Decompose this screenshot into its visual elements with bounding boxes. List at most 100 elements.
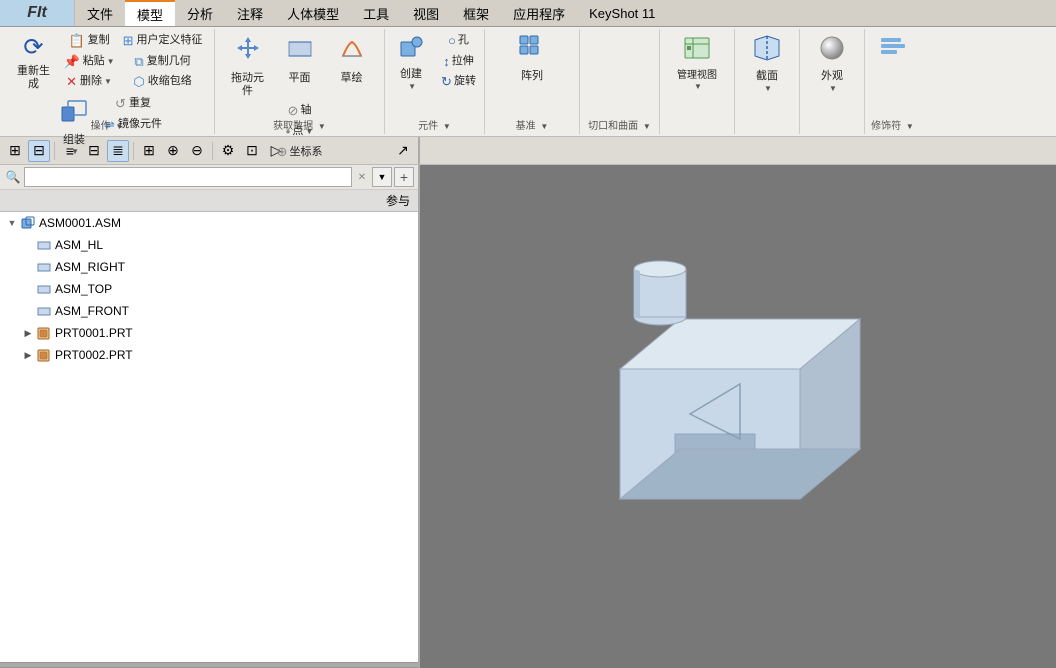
shrink-wrap-icon: ⬡ [133, 74, 144, 90]
tree-item-asm-hl[interactable]: ▶ ASM_HL [0, 234, 418, 256]
viewport-svg [420, 165, 1056, 668]
outer-button[interactable]: 外观 ▼ [805, 31, 860, 96]
plane-button[interactable]: 平面 [274, 31, 326, 88]
toolbar-group-outer: 外观 ▼ [800, 29, 865, 134]
tree-expand-prt0002[interactable]: ▶ [20, 347, 36, 363]
panel-icon-export[interactable]: ↗ [392, 140, 414, 162]
menu-item-analysis[interactable]: 分析 [175, 0, 225, 26]
toolbar-group-getdata-label: 获取数据 ▼ [273, 117, 326, 132]
menu-item-frame[interactable]: 框架 [451, 0, 501, 26]
group-icon [60, 97, 88, 131]
tree-item-asm-right[interactable]: ▶ ASM_RIGHT [0, 256, 418, 278]
tree-item-prt0001[interactable]: ▶ PRT0001.PRT [0, 322, 418, 344]
outer-dropdown: ▼ [829, 84, 837, 94]
copy-geo-button[interactable]: ⧉ 复制几何 [119, 52, 207, 72]
move-button[interactable]: 拖动元件 [222, 31, 274, 101]
delete-icon: ✕ [66, 74, 77, 90]
tree-expand-asm0001[interactable]: ▼ [4, 215, 20, 231]
tree-label-asm0001: ASM0001.ASM [39, 216, 121, 230]
toolbar-group-base-label: 基准 ▼ [516, 117, 549, 132]
tree-icon-asm-right [36, 259, 52, 275]
create-icon [398, 34, 424, 66]
more-icon [879, 34, 907, 68]
toolbar-small-col2: ⊞ 用户定义特征 ⧉ 复制几何 ⬡ 收缩包络 [119, 31, 207, 92]
tree-label-asm-front: ASM_FRONT [55, 304, 129, 318]
toolbar-group-base: 阵列 基准 ▼ [485, 29, 580, 134]
toolbar-group-cutsurf-label: 切口和曲面 ▼ [588, 117, 651, 132]
tree-item-asm-top[interactable]: ▶ ASM_TOP [0, 278, 418, 300]
left-panel: 🔍 ✕ ▼ + 参与 ▼ ASM0001.ASM ▶ [0, 165, 420, 668]
menu-item-model[interactable]: 模型 [125, 0, 175, 26]
mgmt-view-button[interactable]: 管理视图 ▼ [667, 31, 727, 95]
menu-item-view[interactable]: 视图 [401, 0, 451, 26]
toolbar-group-element-label: 元件 ▼ [418, 117, 451, 132]
tree-label-asm-right: ASM_RIGHT [55, 260, 125, 274]
stretch-icon: ↕ [443, 54, 450, 70]
menu-item-tools[interactable]: 工具 [351, 0, 401, 26]
toolbar-group-cutsurf: 切口和曲面 ▼ [580, 29, 660, 134]
coords-icon: ⊕ [277, 144, 288, 160]
mgmt-view-dropdown: ▼ [694, 82, 702, 92]
toolbar-group-ops-label: 操作 ▼ [91, 117, 124, 132]
menu-bar: FIt 文件 模型 分析 注释 人体模型 工具 视图 框架 应用程序 KeySh… [0, 0, 1056, 27]
menu-item-file[interactable]: 文件 [75, 0, 125, 26]
paste-icon: 📌 [63, 54, 79, 70]
menu-item-annotation[interactable]: 注释 [225, 0, 275, 26]
menu-item-human-model[interactable]: 人体模型 [275, 0, 351, 26]
toolbar-getdata-inner: 拖动元件 平面 [219, 31, 380, 176]
element-small-col: ○ 孔 ↕ 拉伸 ↻ 旋转 [437, 31, 480, 92]
move-icon [234, 34, 262, 70]
rotate-icon: ↻ [441, 74, 452, 90]
toolbar-group-getdata: 拖动元件 平面 [215, 29, 385, 134]
tree-label-asm-hl: ASM_HL [55, 238, 103, 252]
menu-item-fit: FIt [0, 0, 75, 26]
viewport[interactable] [420, 165, 1056, 668]
grass-button[interactable]: 草绘 [326, 31, 378, 88]
tree-icon-asm-front [36, 303, 52, 319]
rotate-button[interactable]: ↻ 旋转 [437, 72, 480, 92]
more-button[interactable] [871, 31, 915, 73]
tree-label-prt0002: PRT0002.PRT [55, 348, 133, 362]
tree-item-asm-front[interactable]: ▶ ASM_FRONT [0, 300, 418, 322]
search-add-button[interactable]: + [394, 167, 414, 187]
panel-splitter[interactable] [0, 662, 418, 668]
toolbar-group-ops: ⟳ 重新生成 📋 复制 📌 粘贴 ▼ ✕ 删除 ▼ [0, 29, 215, 134]
tree-icon-asm-top [36, 281, 52, 297]
toolbar-section-inner: 截面 ▼ [740, 31, 795, 132]
tree-icon-prt0001 [36, 325, 52, 341]
toolbar-group-decor: 修饰符 ▼ [865, 29, 920, 134]
outer-icon [818, 34, 846, 68]
paste-button[interactable]: 📌 粘贴 ▼ [59, 52, 118, 72]
stretch-button[interactable]: ↕ 拉伸 [437, 52, 480, 72]
copy-icon: 📋 [68, 33, 84, 49]
menu-item-apps[interactable]: 应用程序 [501, 0, 577, 26]
restore-button[interactable]: ↺ 重复 [100, 94, 166, 114]
paste-dropdown: ▼ [107, 57, 115, 67]
array-button[interactable]: 阵列 [510, 31, 554, 87]
create-dropdown: ▼ [408, 82, 416, 92]
section-button[interactable]: 截面 ▼ [740, 31, 795, 96]
regenerate-button[interactable]: ⟳ 重新生成 [7, 31, 59, 94]
coords-button[interactable]: ⊕ 坐标系 [273, 142, 327, 162]
menu-item-keyshot[interactable]: KeyShot 11 [577, 0, 667, 26]
tree-expand-prt0001[interactable]: ▶ [20, 325, 36, 341]
viewport-secondary-toolbar [420, 137, 1056, 164]
column-header-label: 参与 [209, 192, 410, 209]
toolbar-group-section: 截面 ▼ [735, 29, 800, 134]
copy-button[interactable]: 📋 复制 [59, 31, 118, 51]
section-dropdown: ▼ [764, 84, 772, 94]
hole-button[interactable]: ○ 孔 [437, 31, 480, 51]
shrink-wrap-button[interactable]: ⬡ 收缩包络 [119, 72, 207, 92]
tree-label-prt0001: PRT0001.PRT [55, 326, 133, 340]
user-feature-button[interactable]: ⊞ 用户定义特征 [119, 31, 207, 51]
toolbar-mgmtview-inner: 管理视图 ▼ [667, 31, 727, 132]
delete-button[interactable]: ✕ 删除 ▼ [59, 72, 118, 92]
tree-item-prt0002[interactable]: ▶ PRT0002.PRT [0, 344, 418, 366]
user-feature-icon: ⊞ [123, 33, 134, 49]
delete-dropdown: ▼ [104, 77, 112, 87]
tree-icon-asm0001 [20, 215, 36, 231]
section-icon [753, 34, 781, 68]
tree-item-asm0001[interactable]: ▼ ASM0001.ASM [0, 212, 418, 234]
group-dropdown: ▼ [71, 147, 79, 157]
create-button[interactable]: 创建 ▼ [389, 31, 433, 94]
